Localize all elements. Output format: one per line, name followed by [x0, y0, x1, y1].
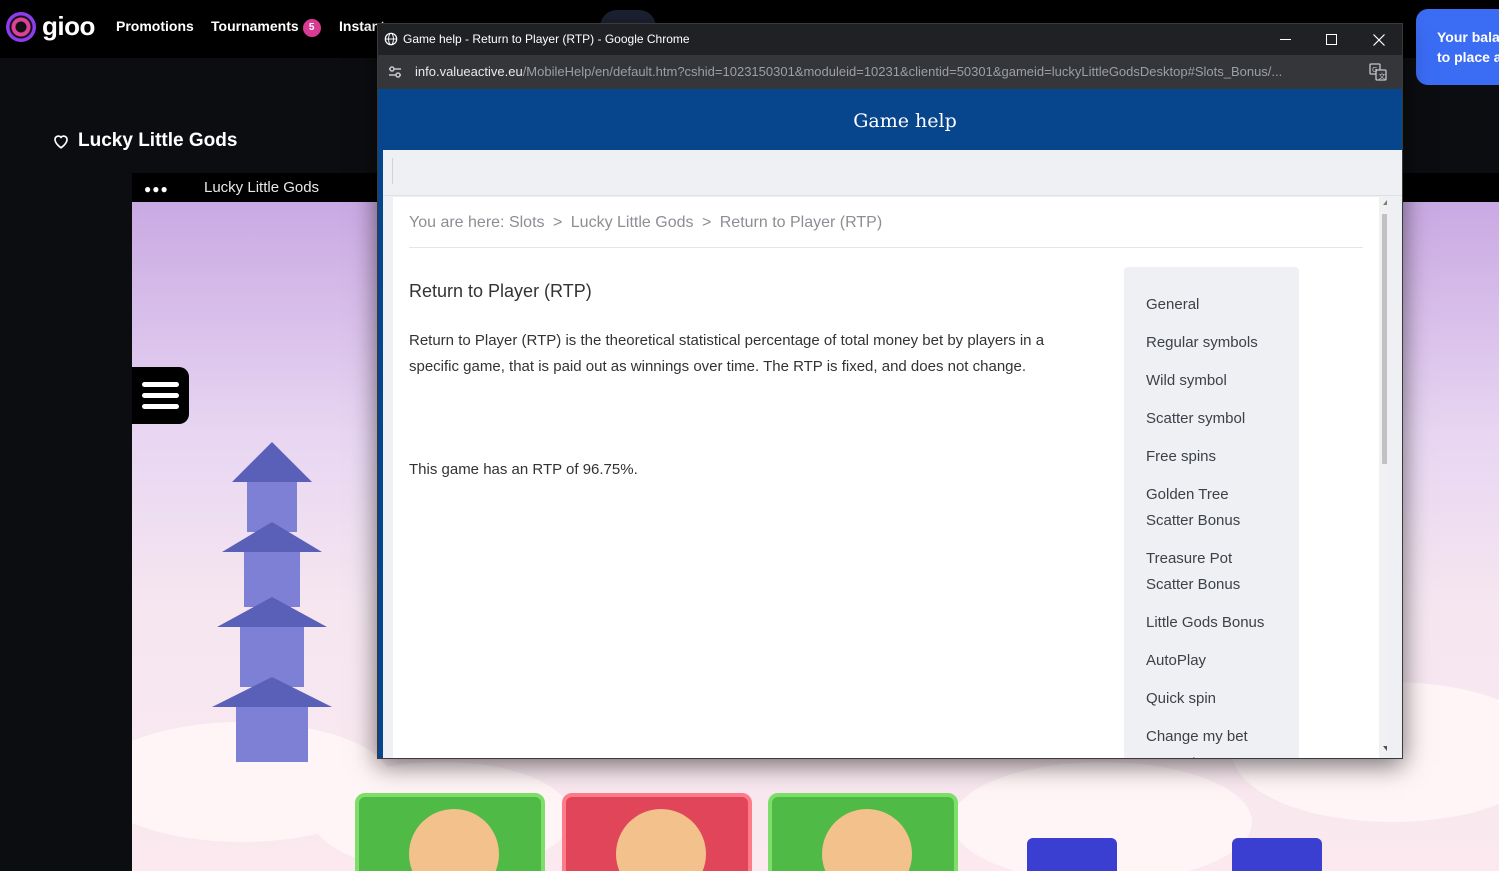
toolbar-separator	[392, 158, 393, 184]
minimize-button[interactable]	[1262, 24, 1308, 55]
reel-symbol-tile	[355, 793, 545, 871]
content-scrollbar[interactable]	[1379, 197, 1387, 758]
toc-general[interactable]: General	[1124, 292, 1284, 318]
breadcrumb-current: Return to Player (RTP)	[719, 214, 883, 231]
window-titlebar[interactable]: Game help - Return to Player (RTP) - Goo…	[378, 24, 1402, 55]
menu-bar	[142, 393, 179, 398]
balance-notice-line-2: to place a	[1437, 49, 1499, 65]
maximize-icon	[1325, 34, 1337, 45]
svg-text:文: 文	[1379, 72, 1386, 81]
pagoda-illustration	[212, 442, 332, 762]
god-face-icon	[409, 809, 499, 871]
scroll-thumb[interactable]	[1382, 214, 1387, 464]
breadcrumb-game[interactable]: Lucky Little Gods	[571, 214, 694, 231]
minimize-icon	[1279, 39, 1291, 40]
menu-bar	[142, 382, 179, 387]
god-face-icon	[616, 809, 706, 871]
nav-tournaments-label: Tournaments	[211, 18, 299, 34]
menu-bar	[142, 404, 179, 409]
breadcrumb-divider	[409, 247, 1363, 248]
chrome-popup-window: Game help - Return to Player (RTP) - Goo…	[377, 23, 1403, 759]
rtp-statement: This game has an RTP of 96.75%.	[409, 461, 638, 478]
breadcrumb-separator: >	[701, 214, 712, 231]
scroll-down-arrow-icon[interactable]	[1383, 746, 1387, 751]
site-settings-icon[interactable]	[387, 64, 403, 80]
help-header: Game help	[378, 89, 1402, 150]
blue-glyph-symbol	[1232, 838, 1322, 871]
breadcrumb-slots[interactable]: Slots	[509, 214, 545, 231]
toc-autoplay[interactable]: AutoPlay	[1124, 648, 1284, 674]
more-dots-icon[interactable]: ●●●	[144, 182, 169, 196]
balance-notice-line-1: Your bala	[1437, 29, 1499, 45]
breadcrumb: You are here: Slots > Lucky Little Gods …	[409, 214, 882, 232]
translate-icon[interactable]: G文	[1369, 63, 1387, 81]
blue-glyph-symbol	[1027, 838, 1117, 871]
window-title: Game help - Return to Player (RTP) - Goo…	[403, 32, 690, 46]
toc-free-spins[interactable]: Free spins	[1124, 444, 1284, 470]
toc-little-gods-bonus[interactable]: Little Gods Bonus	[1124, 610, 1284, 636]
heart-icon[interactable]	[52, 132, 70, 150]
help-topics-menu: General Regular symbols Wild symbol Scat…	[1124, 267, 1299, 758]
game-title: Lucky Little Gods	[78, 130, 238, 151]
globe-icon	[384, 32, 398, 46]
reel-symbol-tile	[562, 793, 752, 871]
toc-treasure-pot-scatter-bonus[interactable]: Treasure Pot Scatter Bonus	[1124, 546, 1244, 598]
god-face-icon	[822, 809, 912, 871]
toc-scatter-symbol[interactable]: Scatter symbol	[1124, 406, 1284, 432]
balance-notice-button[interactable]: Your bala to place a	[1416, 9, 1499, 85]
breadcrumb-separator: >	[552, 214, 563, 231]
help-toolbar	[383, 150, 1402, 196]
toc-regular-symbols[interactable]: Regular symbols	[1124, 330, 1284, 356]
nav-tournaments[interactable]: Tournaments 5	[211, 18, 321, 37]
rtp-description: Return to Player (RTP) is the theoretica…	[409, 332, 1045, 375]
url-host: info.valueactive.eu	[415, 64, 523, 79]
help-body: You are here: Slots > Lucky Little Gods …	[378, 150, 1402, 758]
logo-spiral-icon	[6, 11, 36, 42]
address-bar[interactable]: info.valueactive.eu/MobileHelp/en/defaul…	[378, 55, 1402, 89]
help-content: You are here: Slots > Lucky Little Gods …	[393, 197, 1387, 758]
url-path: /MobileHelp/en/default.htm?cshid=1023150…	[522, 64, 1283, 79]
tournaments-count-badge: 5	[302, 19, 321, 37]
toc-quick-spin[interactable]: Quick spin	[1124, 686, 1284, 712]
breadcrumb-prefix: You are here:	[409, 214, 505, 231]
nav-promotions[interactable]: Promotions	[116, 18, 194, 34]
site-logo[interactable]: gioo	[6, 11, 95, 42]
close-button[interactable]	[1356, 24, 1402, 55]
url-text[interactable]: info.valueactive.eu/MobileHelp/en/defaul…	[415, 64, 1282, 79]
reel-symbol-tile	[768, 793, 958, 871]
toc-wild-symbol[interactable]: Wild symbol	[1124, 368, 1284, 394]
game-title-row: Lucky Little Gods	[52, 130, 237, 152]
toc-golden-tree-scatter-bonus[interactable]: Golden Tree Scatter Bonus	[1124, 482, 1244, 534]
game-bar-title: Lucky Little Gods	[204, 179, 320, 196]
toc-change-bet-amount[interactable]: Change my bet amount	[1124, 724, 1284, 758]
logo-text: gioo	[42, 11, 95, 41]
game-menu-button[interactable]	[132, 367, 189, 424]
help-header-title: Game help	[853, 110, 957, 132]
close-icon	[1373, 33, 1385, 46]
svg-text:G: G	[1372, 66, 1377, 74]
scroll-up-arrow-icon[interactable]	[1383, 200, 1387, 205]
maximize-button[interactable]	[1308, 24, 1354, 55]
page-heading: Return to Player (RTP)	[409, 281, 592, 301]
